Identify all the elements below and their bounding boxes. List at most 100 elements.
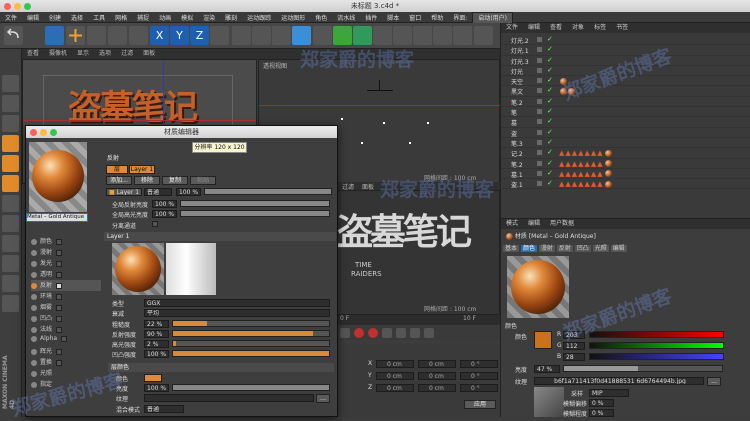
snap-icon[interactable]: [2, 215, 19, 232]
channel-alpha[interactable]: Alpha: [31, 335, 101, 346]
close-window-icon[interactable]: [4, 3, 11, 10]
me-zoom-icon[interactable]: [50, 129, 57, 136]
sample-select[interactable]: MIP: [589, 389, 629, 397]
points-mode-icon[interactable]: [2, 135, 19, 152]
object-row[interactable]: 墓 ✓: [501, 117, 750, 128]
me-minimize-icon[interactable]: [40, 129, 47, 136]
b-field[interactable]: 28: [563, 353, 585, 361]
object-row[interactable]: 记.2 ✓ ▲▲▲▲▲▲▲: [501, 148, 750, 159]
r-slider[interactable]: [589, 331, 724, 338]
pos-x-field[interactable]: 0 cm: [376, 360, 414, 368]
y-axis-lock-icon[interactable]: Y: [170, 26, 189, 45]
global-reflect-slider[interactable]: [180, 200, 330, 207]
environment-icon[interactable]: [393, 26, 412, 45]
attr-tab-illumination[interactable]: 光照: [592, 245, 609, 252]
layer-brightness-slider[interactable]: [172, 384, 330, 391]
attr-menu-userdata[interactable]: 用户数据: [545, 219, 579, 229]
attr-menu-mode[interactable]: 模式: [501, 219, 523, 229]
blur-scale-field[interactable]: 0 %: [589, 409, 614, 417]
cloner-icon[interactable]: [353, 26, 372, 45]
attr-tab-bump[interactable]: 凹凸: [574, 245, 591, 252]
specular-strength-field[interactable]: 2 %: [144, 340, 169, 348]
minimize-window-icon[interactable]: [14, 3, 21, 10]
om-menu-file[interactable]: 文件: [501, 23, 523, 33]
attenuation-select[interactable]: 平均: [144, 309, 330, 317]
rot-b-field[interactable]: 0 °: [460, 384, 498, 392]
b-slider[interactable]: [589, 353, 724, 360]
separate-passes-checkbox[interactable]: [152, 221, 158, 227]
keyframe-selection-icon[interactable]: [382, 328, 392, 338]
vp-menu-filter[interactable]: 过滤: [116, 49, 138, 59]
rot-h-field[interactable]: 0 °: [460, 360, 498, 368]
python-icon[interactable]: [474, 26, 493, 45]
brightness-field[interactable]: 47 %: [534, 365, 560, 373]
attr-tab-basic[interactable]: 基本: [503, 245, 520, 252]
rot-p-field[interactable]: 0 °: [460, 372, 498, 380]
locked-workplane-icon[interactable]: [2, 255, 19, 272]
object-row[interactable]: 黑文 ✓: [501, 86, 750, 97]
remove-layer-button[interactable]: 移除: [134, 176, 160, 185]
roughness-field[interactable]: 22 %: [144, 320, 169, 328]
mix-mode-select[interactable]: 普通: [144, 405, 184, 413]
cube-icon[interactable]: [292, 26, 311, 45]
blur-offset-field[interactable]: 0 %: [589, 399, 614, 407]
channel-displacement[interactable]: 置换: [31, 357, 101, 368]
channel-environment[interactable]: 环境: [31, 291, 101, 302]
recent-tool-icon[interactable]: [129, 26, 148, 45]
apply-button[interactable]: 应用: [464, 400, 496, 409]
g-slider[interactable]: [589, 342, 724, 349]
om-menu-edit[interactable]: 编辑: [523, 23, 545, 33]
pos-y-field[interactable]: 0 cm: [376, 372, 414, 380]
object-row[interactable]: 灯光.2 ✓: [501, 35, 750, 46]
subdivision-icon[interactable]: [333, 26, 352, 45]
bump-strength-field[interactable]: 100 %: [144, 350, 169, 358]
layer-texture-browse[interactable]: …: [316, 394, 330, 403]
record-icon[interactable]: [340, 328, 350, 338]
add-layer-button[interactable]: 添加...: [106, 176, 132, 185]
global-spec-field[interactable]: 100 %: [152, 210, 177, 218]
polygons-mode-icon[interactable]: [2, 175, 19, 192]
deformer-icon[interactable]: [373, 26, 392, 45]
channel-fog[interactable]: 烟雾: [31, 302, 101, 313]
channel-transparency[interactable]: 透明: [31, 269, 101, 280]
layer-blend-slider[interactable]: [204, 188, 332, 195]
channel-luminance[interactable]: 发光: [31, 258, 101, 269]
layer-blend-value[interactable]: 100 %: [176, 188, 201, 196]
grid-icon[interactable]: [2, 275, 19, 292]
object-row[interactable]: 笔 ✓: [501, 107, 750, 118]
floor-icon[interactable]: [453, 26, 472, 45]
vp-menu-cameras[interactable]: 摄像机: [44, 49, 72, 59]
material-preview[interactable]: [29, 142, 87, 212]
copy-layer-button[interactable]: 复制: [162, 176, 188, 185]
attr-tab-editor[interactable]: 编辑: [610, 245, 627, 252]
live-select-icon[interactable]: [45, 26, 64, 45]
axis-mode-icon[interactable]: [2, 195, 19, 212]
specular-strength-slider[interactable]: [172, 340, 330, 347]
channel-color[interactable]: 颜色: [31, 236, 101, 247]
brightness-slider[interactable]: [563, 365, 723, 372]
scale-icon[interactable]: [87, 26, 106, 45]
texture-mode-icon[interactable]: [2, 115, 19, 132]
reflect-tab-layers[interactable]: 层: [106, 165, 128, 174]
model-mode-icon[interactable]: [2, 95, 19, 112]
rotation-key-icon[interactable]: [424, 328, 434, 338]
attr-tab-diffuse[interactable]: 漫射: [538, 245, 555, 252]
layer-name-field[interactable]: ■ Layer 1: [106, 188, 142, 196]
object-row[interactable]: 笔.3 ✓: [501, 138, 750, 149]
paste-layer-button[interactable]: 粘贴: [190, 176, 216, 185]
x-axis-lock-icon[interactable]: X: [150, 26, 169, 45]
keyframe-icon[interactable]: [368, 328, 378, 338]
roughness-slider[interactable]: [172, 320, 330, 327]
render-picture-viewer-icon[interactable]: [252, 26, 271, 45]
scale-key-icon[interactable]: [410, 328, 420, 338]
coordinate-system-icon[interactable]: [210, 26, 229, 45]
size-y-field[interactable]: 0 cm: [418, 372, 456, 380]
workplane-icon[interactable]: [2, 235, 19, 252]
global-reflect-field[interactable]: 100 %: [152, 200, 177, 208]
global-spec-slider[interactable]: [180, 210, 330, 217]
attr-preview[interactable]: [507, 256, 569, 318]
material-name-field[interactable]: Metal – Gold Antique: [26, 213, 88, 222]
size-x-field[interactable]: 0 cm: [418, 360, 456, 368]
layer-color-swatch[interactable]: [144, 374, 162, 382]
light-icon[interactable]: [433, 26, 452, 45]
